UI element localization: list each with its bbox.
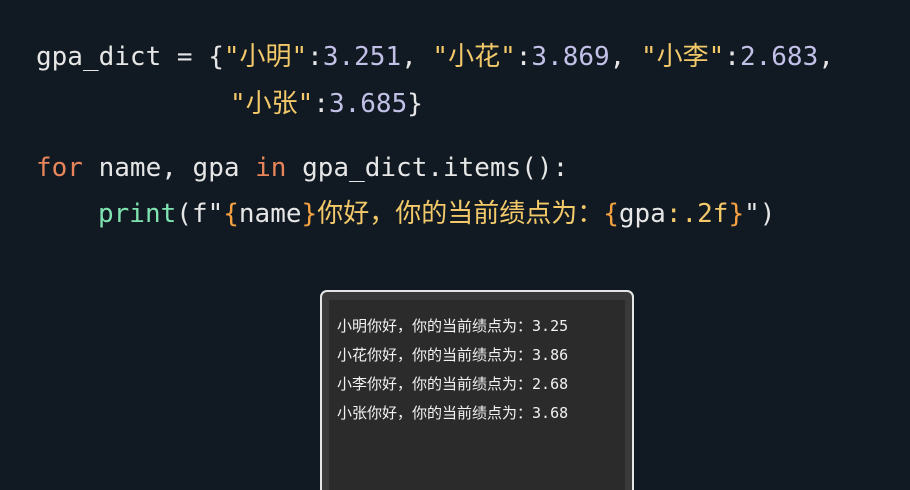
print-function: print <box>98 199 177 229</box>
loop-iterable: gpa_dict.items(): <box>286 153 569 183</box>
dict-value: 2.683 <box>739 42 819 72</box>
assign-operator: = <box>161 42 209 72</box>
code-line-3: for name, gpa in gpa_dict.items(): <box>36 151 568 185</box>
fstring-text: 你好，你的当前绩点为： <box>317 199 604 229</box>
variable-name: gpa_dict <box>36 42 162 72</box>
dict-key: "小花" <box>432 42 516 72</box>
colon: : <box>724 42 740 72</box>
fstring-brace-close: } <box>301 199 318 229</box>
for-keyword: for <box>36 153 83 183</box>
terminal-output-panel: 小明你好，你的当前绩点为：3.25 小花你好，你的当前绩点为：3.86 小李你好… <box>329 300 625 490</box>
dict-key: "小明" <box>223 42 308 72</box>
output-line: 小明你好，你的当前绩点为：3.25 <box>337 317 569 335</box>
colon: : <box>515 42 532 72</box>
paren-close: ) <box>759 199 776 229</box>
fstring-expr-gpa: gpa <box>618 199 666 229</box>
code-line-2: "小张":3.685} <box>230 87 423 121</box>
paren-open: ( <box>176 199 192 229</box>
colon: : <box>307 42 323 72</box>
fstring-brace-close: } <box>728 199 745 229</box>
in-keyword: in <box>255 153 287 183</box>
code-line-1: gpa_dict = {"小明":3.251, "小花":3.869, "小李"… <box>36 40 834 74</box>
dict-key: "小张" <box>230 89 314 119</box>
output-line: 小花你好，你的当前绩点为：3.86 <box>337 346 569 364</box>
format-spec: :.2f <box>665 199 729 229</box>
fstring-brace-open: { <box>603 199 619 229</box>
fstring-prefix: f" <box>191 199 224 229</box>
dict-key: "小李" <box>640 42 725 72</box>
separator: , <box>818 42 834 72</box>
fstring-quote-close: " <box>744 199 760 229</box>
dict-value: 3.869 <box>531 42 610 72</box>
colon: : <box>313 89 329 119</box>
dict-close-brace: } <box>407 89 423 119</box>
fstring-brace-open: { <box>223 199 239 229</box>
code-line-4: print(f"{name}你好，你的当前绩点为：{gpa:.2f}") <box>98 197 775 231</box>
separator: , <box>609 42 641 72</box>
separator: , <box>401 42 433 72</box>
output-line: 小张你好，你的当前绩点为：3.68 <box>337 404 569 422</box>
terminal-window: 小明你好，你的当前绩点为：3.25 小花你好，你的当前绩点为：3.86 小李你好… <box>320 290 634 490</box>
dict-value: 3.685 <box>328 89 408 119</box>
output-line: 小李你好，你的当前绩点为：2.68 <box>337 375 569 393</box>
fstring-expr-name: name <box>238 199 302 229</box>
dict-value: 3.251 <box>322 42 402 72</box>
dict-open-brace: { <box>208 42 224 72</box>
loop-vars: name, gpa <box>82 153 256 183</box>
